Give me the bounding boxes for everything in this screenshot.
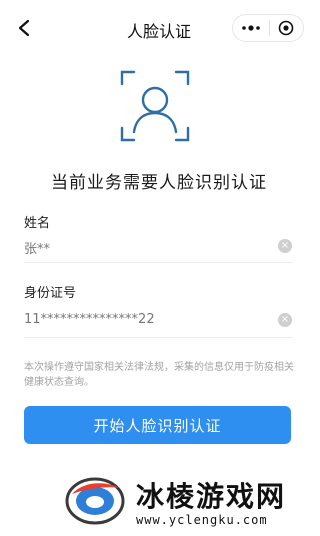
- privacy-notice: 本次操作遵守国家相关法律法规，采集的信息仅用于防疫相关健康状态查询。: [24, 362, 294, 388]
- watermark-title: 冰棱游戏网: [136, 480, 287, 513]
- clear-icon: ×: [280, 240, 290, 251]
- start-face-recognition-button[interactable]: 开始人脸识别认证: [24, 406, 291, 444]
- close-button[interactable]: [269, 14, 303, 42]
- id-number-field[interactable]: 11***************22: [24, 312, 155, 327]
- navigation-bar: 人脸认证: [0, 0, 318, 56]
- name-label: 姓名: [24, 216, 51, 231]
- clear-icon: ×: [280, 314, 290, 325]
- name-divider: [24, 262, 292, 263]
- watermark-logo-icon: [64, 472, 126, 526]
- clear-id-button[interactable]: ×: [278, 313, 292, 327]
- target-close-icon: [278, 20, 294, 36]
- clear-name-button[interactable]: ×: [278, 239, 292, 253]
- watermark-url: www.yclengku.com: [136, 513, 268, 527]
- mini-program-capsule: [232, 14, 304, 42]
- more-dots-icon: [241, 25, 260, 31]
- more-button[interactable]: [233, 14, 269, 42]
- id-number-label: 身份证号: [24, 286, 77, 301]
- verification-headline: 当前业务需要人脸识别认证: [51, 173, 267, 193]
- face-scan-icon: [120, 70, 190, 142]
- name-field[interactable]: 张**: [24, 238, 50, 257]
- id-divider: [24, 337, 292, 338]
